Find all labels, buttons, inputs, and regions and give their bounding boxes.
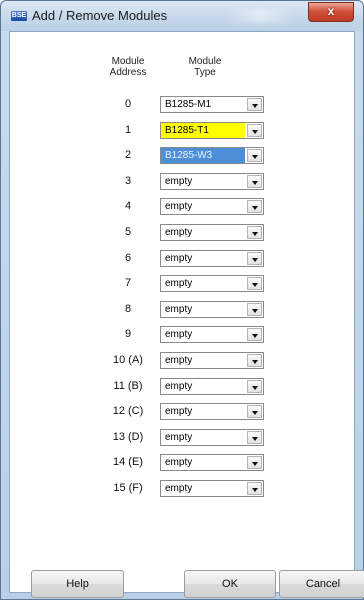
header-module-type: Module Type bbox=[165, 56, 245, 78]
module-type-value: empty bbox=[165, 355, 193, 366]
module-type-select[interactable]: empty bbox=[160, 454, 264, 471]
app-icon: BSE bbox=[11, 11, 27, 21]
dropdown-arrow-icon[interactable] bbox=[247, 328, 262, 341]
dropdown-arrow-icon[interactable] bbox=[247, 252, 262, 265]
module-type-select[interactable]: B1285-M1 bbox=[160, 96, 264, 113]
dialog-client-area: Module Address Module Type 0 B1285-M1 1 B12… bbox=[9, 31, 364, 598]
module-address-label: 5 bbox=[124, 226, 132, 238]
dropdown-arrow-icon[interactable] bbox=[247, 98, 262, 111]
module-type-select[interactable]: empty bbox=[160, 378, 264, 395]
title-bar: BSE Add / Remove Modules x bbox=[1, 1, 363, 31]
module-type-value: empty bbox=[165, 381, 193, 392]
module-type-value: empty bbox=[165, 483, 193, 494]
module-type-select[interactable]: empty bbox=[160, 275, 264, 292]
header-type-line2: Type bbox=[194, 67, 216, 78]
module-type-select[interactable]: empty bbox=[160, 224, 264, 241]
title-bar-glass bbox=[225, 9, 295, 23]
module-address-label: 12 (C) bbox=[112, 405, 144, 417]
cancel-button[interactable]: Cancel bbox=[279, 570, 364, 598]
header-type-line1: Module bbox=[188, 56, 222, 67]
dropdown-arrow-icon[interactable] bbox=[247, 482, 262, 495]
dropdown-arrow-icon[interactable] bbox=[247, 354, 262, 367]
dropdown-arrow-icon[interactable] bbox=[247, 303, 262, 316]
module-type-select[interactable]: empty bbox=[160, 301, 264, 318]
module-address-label: 13 (D) bbox=[112, 431, 144, 443]
module-type-value: empty bbox=[165, 304, 193, 315]
header-address-line2: Address bbox=[109, 67, 147, 78]
module-type-value: empty bbox=[165, 227, 193, 238]
window-title: Add / Remove Modules bbox=[32, 8, 168, 23]
dropdown-arrow-icon[interactable] bbox=[247, 380, 262, 393]
dropdown-arrow-icon[interactable] bbox=[247, 277, 262, 290]
module-type-value: empty bbox=[165, 457, 193, 468]
module-type-value: B1285-M1 bbox=[165, 99, 212, 110]
module-address-label: 3 bbox=[124, 175, 132, 187]
module-type-select[interactable]: empty bbox=[160, 403, 264, 420]
module-address-label: 9 bbox=[124, 328, 132, 340]
module-type-select[interactable]: empty bbox=[160, 326, 264, 343]
header-address-line1: Module bbox=[111, 56, 145, 67]
module-address-label: 14 (E) bbox=[113, 456, 143, 468]
dropdown-arrow-icon[interactable] bbox=[247, 200, 262, 213]
help-button[interactable]: Help bbox=[31, 570, 124, 598]
module-type-value: empty bbox=[165, 329, 193, 340]
module-address-label: 1 bbox=[124, 124, 132, 136]
module-type-select[interactable]: empty bbox=[160, 198, 264, 215]
module-type-select[interactable]: empty bbox=[160, 173, 264, 190]
add-remove-modules-dialog: BSE Add / Remove Modules x Module Addres… bbox=[0, 0, 364, 600]
module-type-select[interactable]: B1285-T1 bbox=[160, 122, 264, 139]
module-type-value: B1285-W3 bbox=[161, 148, 245, 163]
module-type-select[interactable]: empty bbox=[160, 429, 264, 446]
module-type-value: empty bbox=[165, 432, 193, 443]
module-type-value: empty bbox=[165, 406, 193, 417]
module-address-label: 7 bbox=[124, 277, 132, 289]
module-address-label: 11 (B) bbox=[113, 380, 143, 392]
module-type-value: empty bbox=[165, 176, 193, 187]
dropdown-arrow-icon[interactable] bbox=[247, 226, 262, 239]
module-address-label: 0 bbox=[124, 98, 132, 110]
dropdown-arrow-icon[interactable] bbox=[247, 175, 262, 188]
module-type-select[interactable]: empty bbox=[160, 352, 264, 369]
dropdown-arrow-icon[interactable] bbox=[247, 431, 262, 444]
module-type-value: empty bbox=[165, 253, 193, 264]
module-type-value: B1285-T1 bbox=[161, 123, 245, 138]
module-type-select[interactable]: empty bbox=[160, 250, 264, 267]
module-type-select[interactable]: empty bbox=[160, 480, 264, 497]
ok-button[interactable]: OK bbox=[184, 570, 276, 598]
module-address-label: 2 bbox=[124, 149, 132, 161]
module-type-select[interactable]: B1285-W3 bbox=[160, 147, 264, 164]
module-type-value: empty bbox=[165, 278, 193, 289]
module-address-label: 4 bbox=[124, 200, 132, 212]
module-address-label: 6 bbox=[124, 252, 132, 264]
module-address-label: 15 (F) bbox=[113, 482, 143, 494]
module-address-label: 10 (A) bbox=[113, 354, 143, 366]
dropdown-arrow-icon[interactable] bbox=[247, 456, 262, 469]
dropdown-arrow-icon[interactable] bbox=[247, 124, 262, 137]
module-type-value: empty bbox=[165, 201, 193, 212]
dropdown-arrow-icon[interactable] bbox=[247, 149, 262, 162]
header-module-address: Module Address bbox=[98, 56, 158, 78]
close-button[interactable]: x bbox=[308, 2, 354, 22]
dropdown-arrow-icon[interactable] bbox=[247, 405, 262, 418]
module-address-label: 8 bbox=[124, 303, 132, 315]
